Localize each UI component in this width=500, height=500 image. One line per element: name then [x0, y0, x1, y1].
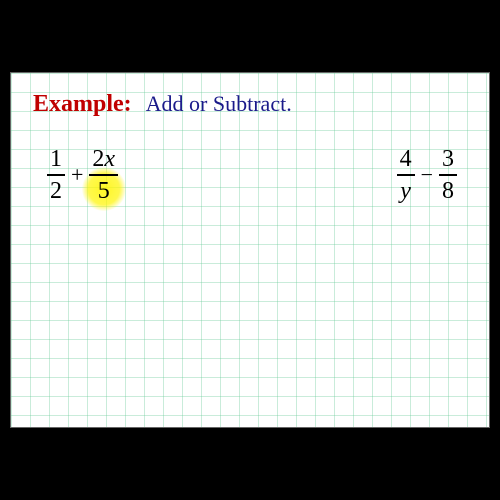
denominator: 8 — [439, 178, 457, 204]
variable-x: x — [104, 146, 115, 172]
problem-right: 4 y − 3 8 — [397, 146, 457, 204]
denominator: 2 — [47, 178, 65, 204]
numerator: 2x — [89, 146, 118, 172]
instruction-text: Add or Subtract. — [146, 91, 292, 117]
slide: Example: Add or Subtract. 1 2 + 2x 5 — [10, 72, 490, 428]
fraction-4-y: 4 y — [397, 146, 415, 204]
problem-left: 1 2 + 2x 5 — [47, 146, 118, 204]
numerator: 1 — [47, 146, 65, 172]
fraction-2x-5: 2x 5 — [89, 146, 118, 204]
content-area: Example: Add or Subtract. 1 2 + 2x 5 — [11, 73, 489, 222]
denominator-variable-y: y — [397, 178, 414, 204]
fraction-bar — [47, 174, 65, 176]
problems-row: 1 2 + 2x 5 4 y − — [33, 146, 467, 204]
fraction-bar — [89, 174, 118, 176]
fraction-bar — [397, 174, 415, 176]
minus-operator: − — [421, 162, 433, 188]
fraction-3-8: 3 8 — [439, 146, 457, 204]
fraction-1-half: 1 2 — [47, 146, 65, 204]
denominator: 5 — [95, 178, 113, 204]
header: Example: Add or Subtract. — [33, 91, 467, 118]
numerator: 4 — [397, 146, 415, 172]
numerator: 3 — [439, 146, 457, 172]
fraction-bar — [439, 174, 457, 176]
example-label: Example: — [33, 91, 132, 118]
